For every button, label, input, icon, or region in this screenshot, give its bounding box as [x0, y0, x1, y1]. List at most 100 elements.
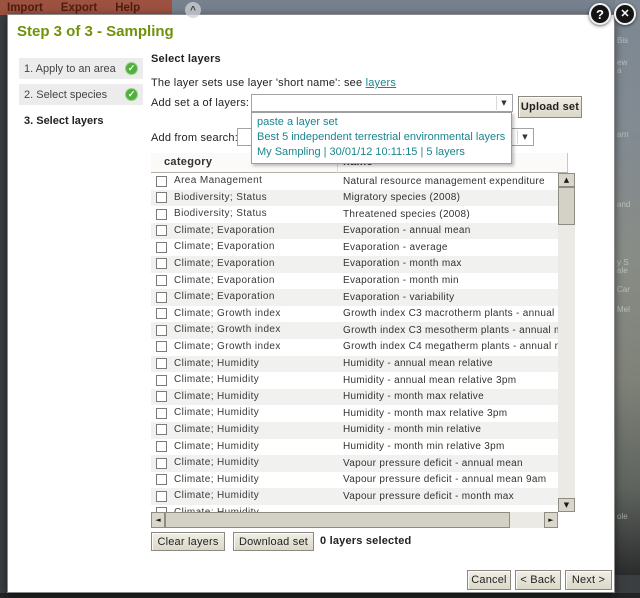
cell-name: Vapour pressure deficit - annual mean 9a… — [343, 474, 546, 485]
row-checkbox[interactable] — [156, 491, 167, 502]
wizard-steps: 1. Apply to an area✓ 2. Select species✓ 3.… — [19, 58, 143, 136]
cell-name: Growth index C4 megatherm plants - annua… — [343, 341, 558, 352]
table-row[interactable]: Climate; HumidityVapour pressure deficit… — [151, 455, 558, 472]
add-set-label: Add set a of layers: — [151, 97, 249, 109]
table-row[interactable]: Climate; Humidity Vapour pressure deficit… — [151, 488, 558, 505]
cell-category: Climate; Humidity — [174, 457, 259, 468]
layers-link[interactable]: layers — [366, 77, 397, 89]
cell-name: Evaporation - variability — [343, 292, 454, 303]
cell-category: Climate; Humidity — [174, 490, 259, 501]
table-row[interactable]: Climate; HumidityHumidity - annual mean … — [151, 372, 558, 389]
chevron-down-icon[interactable]: ▼ — [496, 96, 511, 110]
wizard-step-1[interactable]: 1. Apply to an area✓ — [19, 58, 143, 79]
row-checkbox[interactable] — [156, 424, 167, 435]
layers-selected-count: 0 layers selected — [320, 535, 411, 547]
back-button[interactable]: < Back — [515, 570, 561, 590]
layer-set-select[interactable]: ▼ — [251, 94, 513, 112]
table-row[interactable]: Biodiversity; StatusThreatened species (… — [151, 206, 558, 223]
row-checkbox[interactable] — [156, 474, 167, 485]
row-checkbox[interactable] — [156, 176, 167, 187]
next-button[interactable]: Next > — [565, 570, 612, 590]
check-icon: ✓ — [125, 62, 138, 75]
table-row[interactable]: Biodiversity; StatusMigratory species (2… — [151, 190, 558, 207]
layer-sets-note: The layer sets use layer 'short name': s… — [151, 77, 396, 89]
cell-category: Climate; Growth index — [174, 324, 281, 335]
table-row[interactable]: Area ManagementNatural resource manageme… — [151, 173, 558, 190]
row-checkbox[interactable] — [156, 325, 167, 336]
table-row[interactable]: Climate; Humidity Humidity - month min re… — [151, 439, 558, 456]
dropdown-option-3[interactable]: My Sampling | 30/01/12 10:11:15 | 5 laye… — [252, 145, 511, 160]
table-row[interactable]: Climate; EvaporationEvaporation - month … — [151, 273, 558, 290]
collapse-icon: ^ — [185, 2, 201, 18]
table-row[interactable]: Climate; HumidityVapour pressure deficit… — [151, 472, 558, 489]
menu-item-import: Import — [7, 2, 43, 14]
table-row[interactable]: Climate; Humidity — [151, 505, 558, 512]
cell-name: Humidity - month max relative 3pm — [343, 408, 507, 419]
row-checkbox[interactable] — [156, 225, 167, 236]
chevron-down-icon[interactable]: ▼ — [517, 130, 532, 144]
cell-name: Humidity - month min relative 3pm — [343, 441, 505, 452]
table-row[interactable]: Climate; Growth indexGrowth index C4 meg… — [151, 339, 558, 356]
upload-set-button[interactable]: Upload set — [518, 96, 582, 118]
row-checkbox[interactable] — [156, 308, 167, 319]
table-row[interactable]: Climate; EvaporationEvaporation - variab… — [151, 289, 558, 306]
scroll-up-icon[interactable]: ▲ — [558, 173, 575, 187]
table-row[interactable]: Climate; EvaporationEvaporation - averag… — [151, 239, 558, 256]
row-checkbox[interactable] — [156, 209, 167, 220]
table-row[interactable]: Climate; Humidity Humidity - month max re… — [151, 405, 558, 422]
dropdown-option-1[interactable]: paste a layer set — [252, 115, 511, 130]
row-checkbox[interactable] — [156, 358, 167, 369]
row-checkbox[interactable] — [156, 408, 167, 419]
cell-category: Climate; Humidity — [174, 374, 259, 385]
cell-category: Climate; Evaporation — [174, 275, 275, 286]
cell-category: Climate; Evaporation — [174, 241, 275, 252]
background-menubar: ImportExportHelp — [0, 0, 172, 15]
table-row[interactable]: Climate; HumidityHumidity - annual mean … — [151, 356, 558, 373]
row-checkbox[interactable] — [156, 242, 167, 253]
table-row[interactable]: Climate; HumidityHumidity - month min re… — [151, 422, 558, 439]
table-row[interactable]: Climate; HumidityHumidity - month max re… — [151, 389, 558, 406]
row-checkbox[interactable] — [156, 441, 167, 452]
horizontal-scroll-thumb[interactable] — [165, 512, 510, 528]
table-row[interactable]: Climate; Evaporation Evaporation - month … — [151, 256, 558, 273]
row-checkbox[interactable] — [156, 458, 167, 469]
wizard-step-3[interactable]: 3. Select layers — [19, 110, 143, 131]
vertical-scroll-thumb[interactable] — [558, 187, 575, 225]
cell-name: Growth index C3 mesotherm plants - annua… — [343, 325, 558, 336]
scroll-left-icon[interactable]: ◄ — [151, 512, 165, 528]
row-checkbox[interactable] — [156, 375, 167, 386]
cell-category: Climate; Evaporation — [174, 258, 275, 269]
cell-name: Vapour pressure deficit - month max — [343, 491, 514, 502]
map-label-fragment: and — [617, 200, 630, 209]
table-row[interactable]: Climate; Growth indexGrowth index C3 mac… — [151, 306, 558, 323]
cancel-button[interactable]: Cancel — [467, 570, 511, 590]
scroll-right-icon[interactable]: ► — [544, 512, 558, 528]
screen: ImportExportHelp ^ Bisewaarnandy SaleCar… — [0, 0, 640, 598]
horizontal-scrollbar[interactable]: ◄ ► — [151, 512, 558, 528]
map-label-fragment: a — [617, 66, 621, 75]
table-row[interactable]: Climate; EvaporationEvaporation - annual… — [151, 223, 558, 240]
row-checkbox[interactable] — [156, 258, 167, 269]
scroll-down-icon[interactable]: ▼ — [558, 498, 575, 512]
cell-name: Evaporation - month max — [343, 258, 462, 269]
row-checkbox[interactable] — [156, 275, 167, 286]
wizard-step-2[interactable]: 2. Select species✓ — [19, 84, 143, 105]
help-icon[interactable]: ? — [589, 3, 611, 25]
row-checkbox[interactable] — [156, 292, 167, 303]
vertical-scrollbar[interactable]: ▲ ▼ — [558, 173, 575, 512]
map-label-fragment: Car — [617, 285, 630, 294]
column-header-category: category — [164, 156, 212, 168]
table-row[interactable]: Climate; Growth index Growth index C3 mes… — [151, 322, 558, 339]
row-checkbox[interactable] — [156, 341, 167, 352]
cell-category: Climate; Humidity — [174, 407, 259, 418]
cell-category: Climate; Humidity — [174, 441, 259, 452]
dropdown-option-2[interactable]: Best 5 independent terrestrial environme… — [252, 130, 511, 145]
clear-layers-button[interactable]: Clear layers — [151, 532, 225, 551]
download-set-button[interactable]: Download set — [233, 532, 314, 551]
row-checkbox[interactable] — [156, 192, 167, 203]
map-label-fragment: Bis — [617, 36, 628, 45]
add-from-search-label: Add from search: — [151, 132, 238, 144]
background-map-right: Bisewaarnandy SaleCarMelole — [615, 0, 640, 575]
row-checkbox[interactable] — [156, 391, 167, 402]
close-icon[interactable]: ✕ — [614, 3, 636, 25]
